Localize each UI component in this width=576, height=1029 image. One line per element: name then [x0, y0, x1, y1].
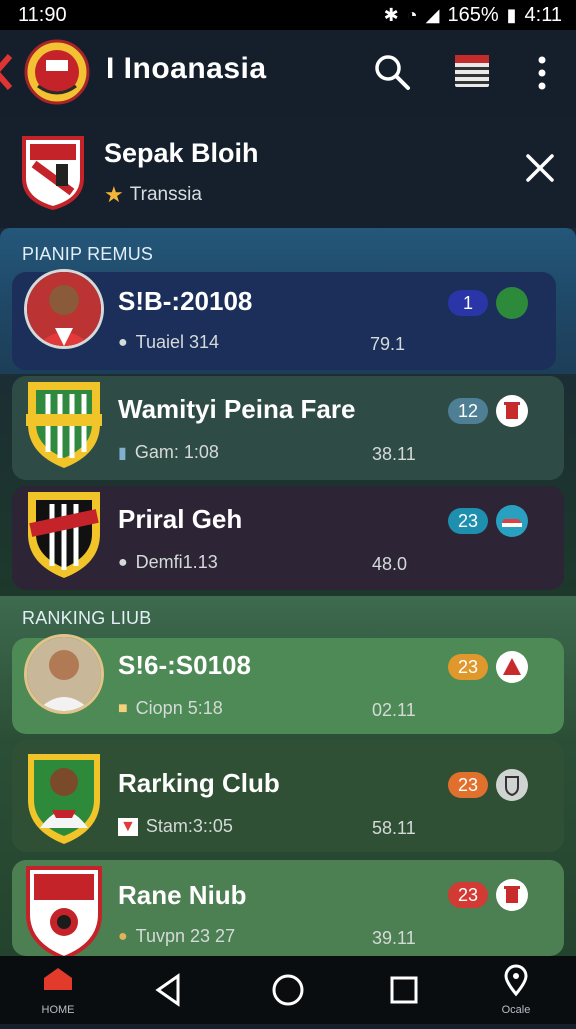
- flag-icon[interactable]: [454, 54, 490, 88]
- item-score: 79.1: [370, 334, 406, 354]
- nav-home-label: HOME: [41, 1004, 75, 1016]
- rank-badge: 1: [448, 290, 488, 316]
- recents-square-icon: [390, 976, 418, 1004]
- item-meta: ● Tuaiel 314: [118, 332, 219, 353]
- star-icon: ★: [104, 182, 124, 207]
- location-pin-icon: [504, 964, 528, 997]
- club-crest: [28, 754, 100, 844]
- rank-badge: 23: [448, 772, 488, 798]
- list-item[interactable]: Rarking Club ▼ Stam:3::05 58.11 23: [12, 740, 564, 852]
- nav-home[interactable]: HOME: [18, 956, 98, 1024]
- back-arrow-icon[interactable]: [0, 52, 12, 92]
- club-crest: [22, 136, 84, 210]
- nav-location[interactable]: Ocale: [476, 956, 556, 1024]
- signal-icon: ◢: [425, 5, 440, 25]
- header-card: Sepak Bloih ★ Transsia: [0, 116, 576, 228]
- rank-badge: 12: [448, 398, 488, 424]
- nav-back[interactable]: [128, 956, 208, 1024]
- status-icons: ✱ ◔ ◢ 165% ▮ 4:11: [384, 4, 562, 27]
- item-score: 38.11: [372, 444, 416, 464]
- item-name: Rarking Club: [118, 768, 280, 798]
- app-title: I Inoanasia: [106, 52, 267, 85]
- rank-badge: 23: [448, 654, 488, 680]
- status-clock: 4:11: [524, 4, 562, 26]
- section-label: PIANIP REMUS: [22, 244, 154, 264]
- mini-player-icon: ●: [118, 927, 128, 945]
- header-subtitle: ★ Transsia: [104, 182, 202, 208]
- item-meta-text: Tuaiel 314: [135, 332, 220, 352]
- battery-level: 165%: [447, 4, 499, 26]
- club-crest: [26, 866, 102, 961]
- home-icon: [44, 968, 72, 990]
- list-item[interactable]: S!B-:20108 ● Tuaiel 314 79.1 1: [12, 269, 556, 370]
- item-meta-text: Ciopn 5:18: [135, 698, 223, 718]
- header-subtitle-text: Transsia: [129, 184, 202, 205]
- header-title: Sepak Bloih: [104, 138, 259, 168]
- circle-home-icon: [272, 974, 304, 1006]
- wifi-icon: ◔: [406, 5, 418, 25]
- mini-player-icon: ●: [118, 333, 128, 351]
- shoe-icon[interactable]: [496, 505, 528, 537]
- item-score: 02.11: [372, 700, 416, 720]
- club-logo: [24, 39, 90, 105]
- bluetooth-icon: ✱: [383, 5, 399, 25]
- item-name: Wamityi Peina Fare: [118, 394, 356, 424]
- list-item[interactable]: Wamityi Peina Fare ▮ Gam: 1:08 38.11 12: [12, 376, 564, 480]
- bottom-nav-bar: HOME Ocale: [0, 956, 576, 1024]
- club-crest: [26, 382, 102, 468]
- item-meta-text: Tuvpn 23 27: [135, 926, 236, 946]
- item-meta: ▮ Gam: 1:08: [118, 442, 219, 463]
- player-avatar: [24, 634, 104, 714]
- delete-icon[interactable]: [496, 395, 528, 427]
- club-crest: [28, 492, 100, 578]
- list-item[interactable]: Rane Niub ● Tuvpn 23 27 39.11 23: [12, 860, 564, 961]
- trophy-icon: ■: [118, 699, 128, 717]
- status-time: 11:90: [18, 4, 67, 26]
- delete-icon[interactable]: [496, 879, 528, 911]
- close-icon[interactable]: [522, 150, 558, 186]
- item-name: Rane Niub: [118, 880, 247, 910]
- alert-icon[interactable]: [496, 651, 528, 683]
- item-score: 39.11: [372, 928, 416, 948]
- section-label: RANKING LIUB: [22, 608, 152, 628]
- stadium-icon: ▮: [118, 444, 127, 462]
- item-meta: ● Demfi1.13: [118, 552, 218, 573]
- player-avatar: [24, 269, 104, 349]
- more-options-icon[interactable]: [530, 54, 554, 92]
- battery-icon: ▮: [506, 5, 517, 25]
- item-name: S!B-:20108: [118, 286, 253, 316]
- list-item[interactable]: Priral Geh ● Demfi1.13 48.0 23: [12, 486, 564, 590]
- list-item[interactable]: S!6-:S0108 ■ Ciopn 5:18 02.11 23: [12, 634, 564, 734]
- flag-small-icon: ▼: [118, 817, 138, 836]
- nav-location-label: Ocale: [501, 1004, 531, 1016]
- status-bar: 11:90 ✱ ◔ ◢ 165% ▮ 4:11: [0, 0, 576, 30]
- nav-home-circle[interactable]: [248, 956, 328, 1024]
- item-name: S!6-:S0108: [118, 650, 251, 680]
- item-meta-text: Gam: 1:08: [134, 442, 219, 462]
- item-score: 48.0: [372, 554, 408, 574]
- item-meta-text: Demfi1.13: [135, 552, 218, 572]
- item-meta-text: Stam:3::05: [145, 816, 233, 836]
- rank-badge: 23: [448, 508, 488, 534]
- app-bar: I Inoanasia: [0, 30, 576, 116]
- item-meta: ▼ Stam:3::05: [118, 816, 233, 837]
- rank-badge: 23: [448, 882, 488, 908]
- club-emblem-icon[interactable]: [496, 287, 528, 319]
- item-meta: ● Tuvpn 23 27: [118, 926, 235, 947]
- ball-icon: ●: [118, 553, 128, 571]
- back-triangle-icon: [155, 973, 180, 1007]
- item-score: 58.11: [372, 818, 416, 838]
- item-name: Priral Geh: [118, 504, 243, 534]
- search-icon[interactable]: [372, 52, 412, 92]
- nav-recents[interactable]: [364, 956, 444, 1024]
- item-meta: ■ Ciopn 5:18: [118, 698, 223, 719]
- shield-icon[interactable]: [496, 769, 528, 801]
